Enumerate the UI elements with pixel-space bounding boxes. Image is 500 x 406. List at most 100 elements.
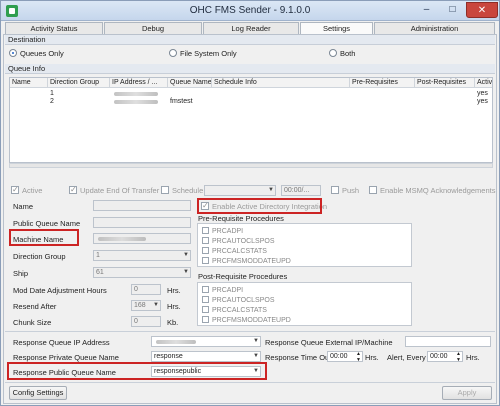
enable-msmq-ack-checkbox[interactable]: [369, 186, 377, 194]
divider: [5, 382, 495, 383]
column-header[interactable]: Queue Name: [168, 78, 212, 88]
radio-file-system-only-label: File System Only: [180, 49, 237, 58]
list-item-checkbox[interactable]: [202, 237, 209, 244]
mod-date-adjustment-field[interactable]: 0: [131, 284, 161, 295]
response-private-queue-dropdown[interactable]: response ▼: [151, 351, 261, 362]
alert-every-unit: Hrs.: [466, 353, 480, 362]
list-item[interactable]: PRCFMSMODDATEUPD: [202, 315, 291, 325]
response-timeout-stepper[interactable]: 00:00 ▲ ▼: [327, 351, 363, 365]
radio-file-system-only[interactable]: [169, 49, 177, 57]
list-item-checkbox[interactable]: [202, 316, 209, 323]
spin-down-icon[interactable]: ▼: [356, 356, 361, 365]
mod-date-adjustment-label: Mod Date Adjustment Hours: [13, 286, 107, 295]
list-item[interactable]: PRCCALCSTATS: [202, 305, 267, 315]
schedule-dropdown[interactable]: ▼: [204, 185, 276, 196]
direction-group-dropdown[interactable]: 1 ▼: [93, 250, 191, 261]
active-checkbox-label: Active: [22, 186, 43, 195]
list-item-label: PRCCALCSTATS: [212, 307, 267, 314]
schedule-time-value: 00:00/...: [284, 187, 310, 194]
column-header[interactable]: Post-Requisites: [415, 78, 475, 88]
pre-requisite-list[interactable]: PRCADPI PRCAUTOCLSPOS PRCCALCSTATS PRCFM…: [197, 223, 412, 267]
schedule-time-field[interactable]: 00:00/...: [281, 185, 321, 196]
column-header[interactable]: Schedule Info: [212, 78, 350, 88]
resend-after-value: 168: [134, 302, 146, 309]
list-item-label: PRCADPI: [212, 228, 244, 235]
column-header[interactable]: Name: [10, 78, 48, 88]
horizontal-scrollbar[interactable]: [9, 163, 493, 168]
radio-queues-only-label: Queues Only: [20, 49, 64, 58]
resend-after-unit: Hrs.: [167, 302, 181, 311]
chunk-size-value: 0: [134, 318, 138, 325]
maximize-button[interactable]: □: [440, 2, 465, 18]
update-end-of-transfer-checkbox[interactable]: [69, 185, 77, 194]
config-settings-button[interactable]: Config Settings: [9, 386, 67, 400]
list-item[interactable]: PRCFMSMODDATEUPD: [202, 256, 291, 266]
response-external-ip-label: Response Queue External IP/Machine: [265, 338, 393, 347]
ship-label: Ship: [13, 269, 29, 278]
list-item-checkbox[interactable]: [202, 286, 209, 293]
mod-date-adjustment-value: 0: [134, 286, 138, 293]
name-field[interactable]: [93, 200, 191, 211]
update-end-of-transfer-label: Update End Of Transfer: [80, 186, 160, 195]
radio-both[interactable]: [329, 49, 337, 57]
schedule-checkbox[interactable]: [161, 186, 169, 194]
alert-every-stepper[interactable]: 00:00 ▲ ▼: [427, 351, 463, 365]
redacted-ip-address: [156, 340, 196, 344]
queue-info-section-label: Queue Info: [5, 64, 495, 74]
chevron-down-icon: ▼: [253, 338, 259, 344]
column-header[interactable]: Activ: [475, 78, 492, 88]
push-checkbox[interactable]: [331, 186, 339, 194]
list-item-checkbox[interactable]: [202, 296, 209, 303]
redacted-ip-address: [114, 100, 158, 104]
list-item-checkbox[interactable]: [202, 306, 209, 313]
chevron-down-icon: ▼: [253, 353, 259, 359]
list-item-label: PRCCALCSTATS: [212, 248, 267, 255]
list-item-checkbox[interactable]: [202, 257, 209, 264]
chevron-down-icon: ▼: [183, 269, 189, 275]
column-header[interactable]: IP Address / ...: [110, 78, 168, 88]
radio-queues-only[interactable]: [9, 49, 17, 57]
chunk-size-label: Chunk Size: [13, 318, 52, 327]
apply-button[interactable]: Apply: [442, 386, 492, 400]
list-item[interactable]: PRCAUTOCLSPOS: [202, 236, 275, 246]
response-queue-ip-dropdown[interactable]: ▼: [151, 336, 261, 347]
public-queue-name-field[interactable]: [93, 217, 191, 228]
column-header[interactable]: Pre-Requisites: [350, 78, 415, 88]
list-item-label: PRCFMSMODDATEUPD: [212, 258, 291, 265]
chunk-size-unit: Kb.: [167, 318, 179, 327]
title-bar: OHC FMS Sender - 9.1.0.0 – □ ✕: [1, 1, 499, 21]
active-checkbox[interactable]: [11, 185, 19, 194]
direction-group-cell: 2: [50, 98, 54, 105]
machine-name-field[interactable]: [93, 233, 191, 244]
response-timeout-value: 00:00: [330, 353, 348, 360]
list-item[interactable]: PRCCALCSTATS: [202, 246, 267, 256]
minimize-button[interactable]: –: [414, 2, 439, 18]
pre-requisite-label: Pre-Requisite Procedures: [198, 214, 284, 223]
list-item[interactable]: PRCADPI: [202, 226, 243, 236]
spin-down-icon[interactable]: ▼: [456, 356, 461, 365]
ship-value: 61: [96, 269, 104, 276]
mod-date-unit: Hrs.: [167, 286, 181, 295]
chevron-down-icon: ▼: [268, 187, 274, 193]
active-cell: yes: [477, 98, 488, 105]
list-item-checkbox[interactable]: [202, 227, 209, 234]
close-button[interactable]: ✕: [466, 2, 498, 18]
column-header[interactable]: Direction Group: [48, 78, 110, 88]
chevron-down-icon: ▼: [153, 302, 159, 308]
resend-after-field[interactable]: 168 ▼: [131, 300, 161, 311]
divider: [5, 331, 495, 332]
machine-name-highlight: [9, 229, 79, 246]
post-requisite-list[interactable]: PRCADPI PRCAUTOCLSPOS PRCCALCSTATS PRCFM…: [197, 282, 412, 326]
response-external-ip-field[interactable]: [405, 336, 491, 347]
list-item[interactable]: PRCAUTOCLSPOS: [202, 295, 275, 305]
ship-dropdown[interactable]: 61 ▼: [93, 267, 191, 278]
resend-after-label: Resend After: [13, 302, 57, 311]
list-item-label: PRCAUTOCLSPOS: [212, 297, 275, 304]
queue-info-table[interactable]: Name Direction Group IP Address / ... Qu…: [9, 77, 493, 163]
list-item-label: PRCAUTOCLSPOS: [212, 238, 275, 245]
chunk-size-field[interactable]: 0: [131, 316, 161, 327]
destination-section-label: Destination: [5, 35, 495, 45]
redacted-machine-name: [98, 237, 146, 241]
list-item[interactable]: PRCADPI: [202, 285, 243, 295]
list-item-checkbox[interactable]: [202, 247, 209, 254]
